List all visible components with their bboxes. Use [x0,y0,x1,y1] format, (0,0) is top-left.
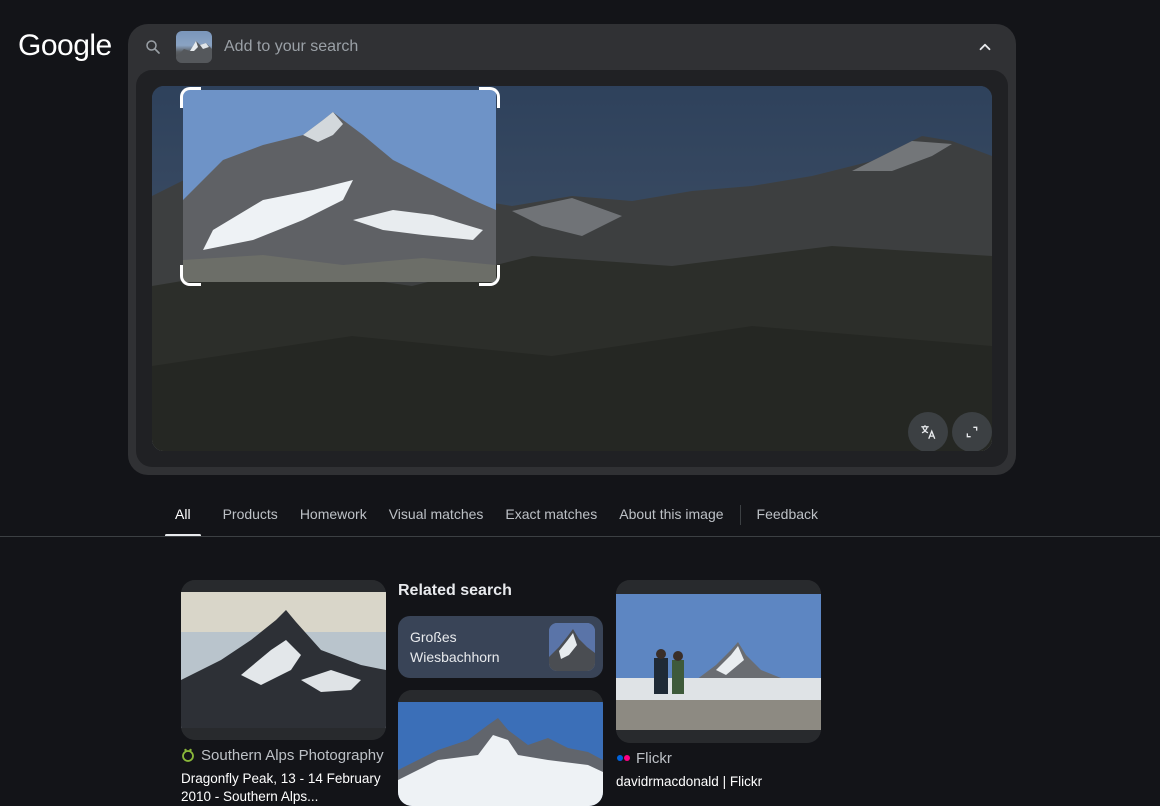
tab-products[interactable]: Products [223,506,278,536]
related-search-label: Großes Wiesbachhorn [410,629,500,665]
tab-homework[interactable]: Homework [300,506,367,536]
crop-handle-top-right[interactable] [479,87,500,108]
result-image-2[interactable] [398,690,603,806]
related-search-thumbnail [549,623,595,671]
crop-handle-bottom-left[interactable] [180,265,201,286]
result-title-3[interactable]: davidrmacdonald | Flickr [616,773,821,791]
source-image [152,86,992,451]
crop-handle-bottom-right[interactable] [479,265,500,286]
google-logo[interactable]: Google [18,29,112,63]
tabs-divider [0,536,1160,537]
translate-icon [921,425,936,440]
site-favicon [182,748,194,762]
chevron-up-icon[interactable] [976,38,994,56]
image-viewer [136,70,1008,467]
search-placeholder[interactable]: Add to your search [224,38,358,56]
search-icon[interactable] [144,38,162,56]
crop-handle-top-left[interactable] [180,87,201,108]
flickr-icon [617,755,630,761]
tab-about-this-image[interactable]: About this image [619,506,723,536]
related-search-heading: Related search [398,582,512,599]
selected-region[interactable] [183,90,496,282]
related-search-chip[interactable]: Großes Wiesbachhorn [398,616,603,678]
search-bar[interactable]: Add to your search [128,24,1016,70]
tab-separator [739,505,741,525]
tab-exact-matches[interactable]: Exact matches [505,506,597,536]
tab-visual-matches[interactable]: Visual matches [389,506,484,536]
result-title-1[interactable]: Dragonfly Peak, 13 - 14 February 2010 - … [181,770,386,806]
results-tabs: All Products Homework Visual matches Exa… [165,505,840,537]
query-image-thumbnail[interactable] [176,31,212,63]
result-source-1[interactable]: Southern Alps Photography [201,747,384,764]
tab-all[interactable]: All [165,506,201,537]
tab-feedback[interactable]: Feedback [757,506,818,536]
search-panel: Add to your search [128,24,1016,475]
result-image-3[interactable] [616,580,821,743]
result-image-1[interactable] [181,580,386,740]
expand-button[interactable] [952,412,992,451]
expand-icon [966,426,978,438]
translate-button[interactable] [908,412,948,451]
result-source-3[interactable]: Flickr [636,750,672,767]
